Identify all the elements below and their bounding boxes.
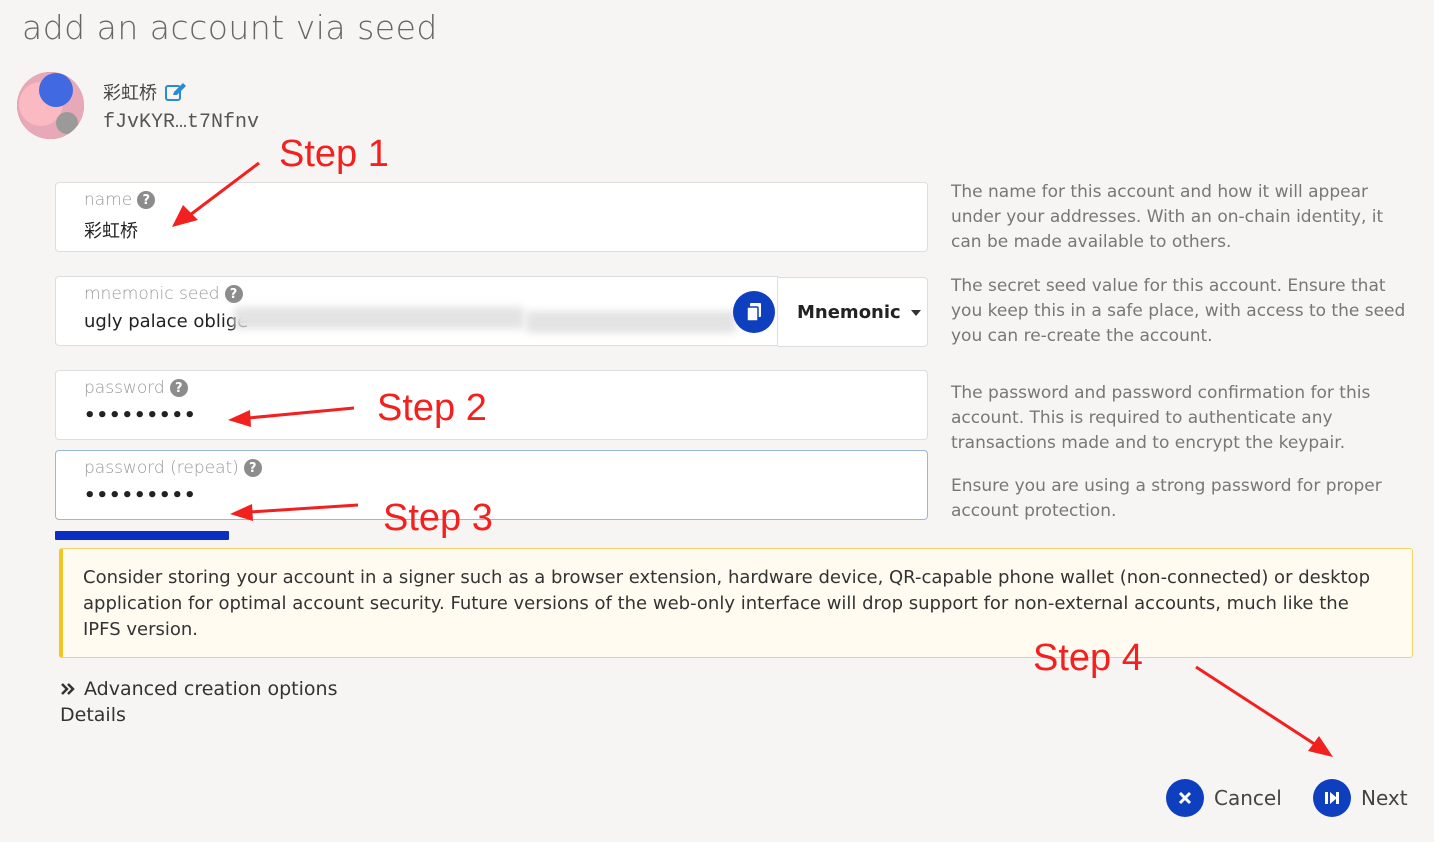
mnemonic-seed-field[interactable]: mnemonic seed? ugly palace oblige '	[55, 276, 778, 346]
password-strength-help-text: Ensure you are using a strong password f…	[951, 476, 1382, 521]
step-1-annotation: Step 1	[279, 133, 389, 175]
details-toggle[interactable]: Details	[60, 704, 126, 726]
cancel-label: Cancel	[1214, 786, 1282, 810]
password-input[interactable]: •••••••••	[84, 405, 197, 426]
edit-icon[interactable]	[165, 82, 187, 102]
advanced-options-toggle[interactable]: Advanced creation options	[60, 678, 337, 700]
name-label: name?	[84, 190, 156, 210]
cancel-button[interactable]: Cancel	[1166, 779, 1282, 817]
password-help-text: The password and password confirmation f…	[951, 383, 1371, 453]
copy-icon	[746, 303, 761, 322]
identicon-avatar[interactable]	[17, 72, 84, 139]
seed-type-value: Mnemonic	[797, 301, 901, 323]
security-warning: Consider storing your account in a signe…	[59, 548, 1413, 658]
page-title: add an account via seed	[22, 8, 438, 47]
password-repeat-label: password (repeat)?	[84, 458, 262, 478]
password-field[interactable]: password? •••••••••	[55, 370, 928, 440]
help-icon[interactable]: ?	[224, 285, 243, 303]
help-icon[interactable]: ?	[169, 379, 188, 397]
password-strength-bar	[55, 531, 229, 540]
step-4-annotation: Step 4	[1033, 637, 1143, 679]
password-label: password?	[84, 378, 188, 398]
skip-next-icon	[1313, 779, 1351, 817]
mnemonic-seed-label: mnemonic seed?	[84, 284, 243, 304]
name-input[interactable]: 彩虹桥	[84, 217, 138, 243]
password-repeat-input[interactable]: •••••••••	[84, 485, 197, 506]
next-button[interactable]: Next	[1313, 779, 1408, 817]
advanced-options-label: Advanced creation options	[84, 678, 338, 700]
seed-type-dropdown[interactable]: Mnemonic	[778, 277, 928, 347]
name-field[interactable]: name? 彩虹桥	[55, 182, 928, 252]
double-chevron-right-icon	[61, 683, 75, 695]
caret-down-icon	[910, 310, 921, 316]
close-icon	[1166, 779, 1204, 817]
next-label: Next	[1361, 786, 1408, 810]
copy-seed-button[interactable]	[733, 291, 775, 333]
account-address: fJvKYR…t7Nfnv	[103, 111, 260, 134]
seed-help-text: The secret seed value for this account. …	[951, 276, 1406, 346]
account-name-text: 彩虹桥	[103, 83, 157, 104]
step-3-annotation: Step 3	[383, 497, 493, 539]
help-icon[interactable]: ?	[243, 459, 262, 477]
account-name: 彩虹桥	[103, 79, 187, 105]
mnemonic-seed-input[interactable]: ugly palace oblige '	[84, 311, 259, 332]
help-icon[interactable]: ?	[137, 191, 156, 209]
name-help-text: The name for this account and how it wil…	[951, 182, 1384, 252]
step-2-annotation: Step 2	[377, 387, 487, 429]
